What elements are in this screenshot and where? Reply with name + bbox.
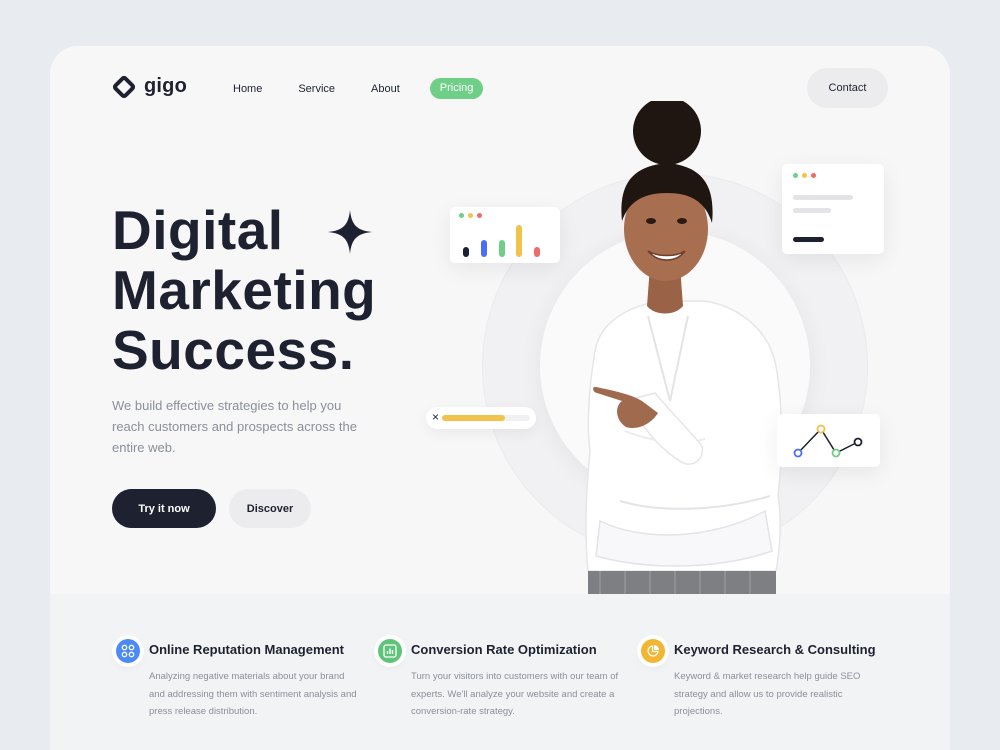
apps-grid-icon <box>116 639 140 663</box>
mini-bar <box>516 225 522 257</box>
progress-fill <box>442 415 506 421</box>
hero-description: We build effective strategies to help yo… <box>112 398 357 455</box>
contact-button[interactable]: Contact <box>807 68 888 108</box>
mini-bar <box>481 240 487 257</box>
service-description: Analyzing negative materials about your … <box>149 671 357 717</box>
sparkle-icon <box>328 210 372 254</box>
services-section: Online Reputation Management Analyzing n… <box>50 594 950 750</box>
dot-yellow <box>802 173 807 178</box>
line-point <box>831 448 841 458</box>
hero-title-line-2: Marketing <box>112 259 377 321</box>
service-title: Online Reputation Management <box>149 642 345 657</box>
landing-page: gigo Home Service About Pricing Contact … <box>50 46 950 750</box>
service-description: Keyword & market research help guide SEO… <box>674 671 861 717</box>
mini-bar <box>463 247 469 257</box>
brand-logo[interactable]: gigo <box>111 73 188 100</box>
bar-chart-icon <box>378 639 402 663</box>
hero-title-line-3: Success. <box>112 319 355 381</box>
dot-green <box>793 173 798 178</box>
mini-bar <box>534 247 540 257</box>
service-title: Conversion Rate Optimization <box>411 642 597 657</box>
diamond-logo-icon <box>111 73 137 100</box>
nav-service[interactable]: Service <box>298 79 335 99</box>
hero-title-line-1: Digital <box>112 199 284 261</box>
try-it-now-button[interactable]: Try it now <box>112 489 216 528</box>
progress-widget: × <box>426 407 536 429</box>
nav-pricing[interactable]: Pricing <box>429 78 484 99</box>
nav-about[interactable]: About <box>371 79 400 99</box>
mini-line-chart <box>793 424 863 458</box>
pie-chart-icon <box>641 639 665 663</box>
mini-bar <box>499 240 505 257</box>
discover-button[interactable]: Discover <box>229 489 311 528</box>
hero-title: Digital Marketing Success. <box>112 200 442 380</box>
service-title: Keyword Research & Consulting <box>674 642 876 657</box>
line-chart-widget <box>777 414 880 467</box>
progress-track <box>442 415 530 421</box>
line-point <box>793 448 803 458</box>
service-description: Turn your visitors into customers with o… <box>411 671 619 717</box>
hero-person-image <box>585 101 783 601</box>
close-icon[interactable]: × <box>432 410 439 424</box>
dot-red <box>811 173 816 178</box>
main-nav: Home Service About Pricing <box>233 78 519 99</box>
doc-line-dark <box>793 237 824 242</box>
doc-line <box>793 195 853 200</box>
brand-name: gigo <box>144 75 188 97</box>
document-widget <box>782 164 884 254</box>
nav-home[interactable]: Home <box>233 79 262 99</box>
mini-bar-chart <box>463 225 540 257</box>
line-point <box>816 424 826 434</box>
doc-line <box>793 208 831 213</box>
window-dots <box>793 173 816 178</box>
line-point <box>853 437 863 447</box>
bar-chart-widget <box>450 207 560 263</box>
